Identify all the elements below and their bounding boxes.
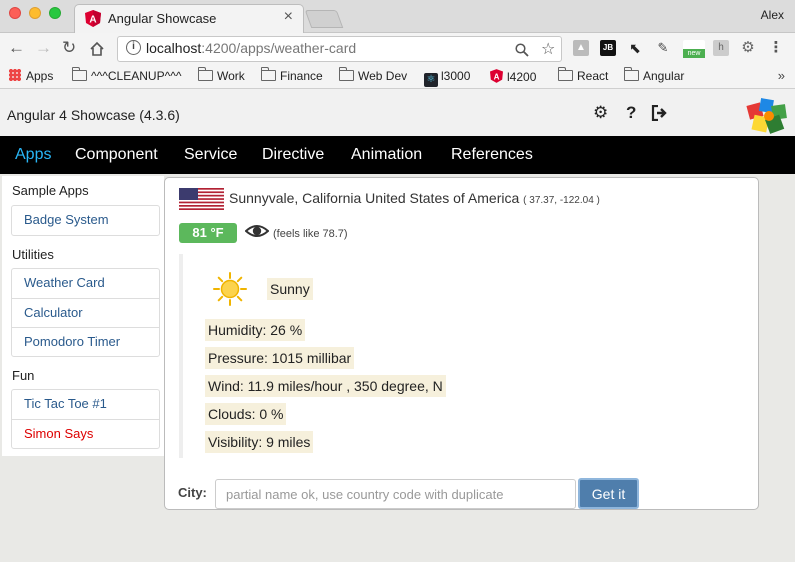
app-title: Angular 4 Showcase (4.3.6) <box>7 107 180 123</box>
bookmark-work[interactable]: Work <box>198 67 245 83</box>
bookmarks-bar: Apps ^^^CLEANUP^^^ Work Finance Web Dev … <box>0 65 795 89</box>
browser-tab[interactable]: A Angular Showcase × <box>74 4 304 33</box>
help-icon[interactable]: ? <box>626 103 636 123</box>
clouds-text: Clouds: 0 % <box>205 403 287 425</box>
feels-like-text: (feels like 78.7) <box>273 228 348 240</box>
condition-text: Sunny <box>267 278 313 300</box>
menu-service[interactable]: Service <box>184 146 237 164</box>
zoom-icon[interactable] <box>515 43 529 57</box>
sidebar-heading-sample-apps: Sample Apps <box>12 183 89 198</box>
browser-toolbar: ← → ↻ i localhost:4200/apps/weather-card… <box>0 33 795 65</box>
url-text[interactable]: localhost:4200/apps/weather-card <box>146 40 356 56</box>
bookmark-star-icon[interactable]: ☆ <box>541 39 555 59</box>
info-icon[interactable]: i <box>126 40 141 55</box>
folder-icon <box>624 67 639 81</box>
tab-close-icon[interactable]: × <box>284 8 293 26</box>
new-tab-button[interactable] <box>304 10 344 28</box>
close-window-button[interactable] <box>9 7 21 19</box>
eye-icon <box>245 225 269 237</box>
bookmark-finance[interactable]: Finance <box>261 67 323 83</box>
bookmark-web-dev[interactable]: Web Dev <box>339 67 407 83</box>
weather-details: Sunny Humidity: 26 % Pressure: 1015 mill… <box>179 254 479 458</box>
folder-icon <box>261 67 276 81</box>
coordinates-text: ( 37.37, -122.04 ) <box>523 195 600 206</box>
chrome-menu-icon[interactable]: ⋮ <box>768 40 784 56</box>
bookmark-l4200[interactable]: A l4200 <box>490 69 536 84</box>
menu-component[interactable]: Component <box>75 146 158 164</box>
bookmark-angular[interactable]: Angular <box>624 67 684 83</box>
forward-arrow-icon[interactable]: → <box>35 38 52 58</box>
sidebar-group-fun: Tic Tac Toe #1 Simon Says <box>11 389 160 449</box>
folder-icon <box>339 67 354 81</box>
city-input[interactable] <box>215 479 576 509</box>
eyedropper-extension-icon[interactable]: ✎ <box>655 40 671 56</box>
sidebar: Sample Apps Badge System Utilities Weath… <box>2 176 164 456</box>
reload-icon[interactable]: ↻ <box>62 38 76 58</box>
maximize-window-button[interactable] <box>49 7 61 19</box>
sidebar-item-pomodoro-timer[interactable]: Pomodoro Timer <box>12 327 159 356</box>
pressure-text: Pressure: 1015 millibar <box>205 347 355 369</box>
sidebar-group-utilities: Weather Card Calculator Pomodoro Timer <box>11 268 160 357</box>
gear-icon[interactable]: ⚙ <box>593 103 608 123</box>
visibility-text: Visibility: 9 miles <box>205 431 314 453</box>
app-logo <box>746 98 787 134</box>
cursor-extension-icon[interactable]: ⬉ <box>627 40 643 56</box>
logout-icon[interactable] <box>651 105 669 121</box>
angular-icon: A <box>490 69 503 83</box>
bookmark-l3000[interactable]: ⚛ l3000 <box>424 69 470 87</box>
temperature-badge: 81 °F <box>179 223 237 243</box>
svg-text:A: A <box>89 15 96 26</box>
new-extension-icon[interactable]: new <box>683 40 705 58</box>
folder-icon <box>72 67 87 81</box>
minimize-window-button[interactable] <box>29 7 41 19</box>
apps-grid-icon <box>9 69 21 81</box>
menu-animation[interactable]: Animation <box>351 146 422 164</box>
city-label: City: <box>178 485 207 500</box>
location-text: Sunnyvale, California United States of A… <box>229 190 600 206</box>
drive-extension-icon[interactable]: ▲ <box>573 40 589 56</box>
sidebar-group-sample-apps: Badge System <box>11 205 160 236</box>
address-bar[interactable]: i localhost:4200/apps/weather-card ☆ <box>117 36 562 62</box>
bookmarks-overflow-icon[interactable]: » <box>778 68 785 83</box>
menu-apps[interactable]: Apps <box>15 146 51 164</box>
sidebar-item-weather-card[interactable]: Weather Card <box>12 269 159 298</box>
sidebar-item-simon-says[interactable]: Simon Says <box>12 419 159 448</box>
sun-icon <box>213 272 247 306</box>
weather-card: Sunnyvale, California United States of A… <box>164 177 759 510</box>
jetbrains-extension-icon[interactable]: JB <box>600 40 616 56</box>
sidebar-heading-fun: Fun <box>12 368 35 383</box>
menu-directive[interactable]: Directive <box>262 146 324 164</box>
svg-text:A: A <box>494 72 500 81</box>
menu-references[interactable]: References <box>451 146 533 164</box>
sidebar-item-badge-system[interactable]: Badge System <box>12 206 159 235</box>
wind-text: Wind: 11.9 miles/hour , 350 degree, N <box>205 375 446 397</box>
tab-title: Angular Showcase <box>108 11 217 26</box>
react-icon: ⚛ <box>424 73 438 87</box>
get-it-button[interactable]: Get it <box>578 478 639 509</box>
angular-icon: A <box>85 10 101 27</box>
folder-icon <box>198 67 213 81</box>
bookmark-apps[interactable]: Apps <box>9 69 53 83</box>
humidity-text: Humidity: 26 % <box>205 319 306 341</box>
main-menu: Apps Component Service Directive Animati… <box>0 136 795 174</box>
us-flag-icon <box>179 188 224 210</box>
home-icon[interactable] <box>89 41 105 57</box>
sidebar-heading-utilities: Utilities <box>12 247 54 262</box>
sidebar-item-calculator[interactable]: Calculator <box>12 298 159 327</box>
bookmark-cleanup[interactable]: ^^^CLEANUP^^^ <box>72 67 181 83</box>
browser-tabstrip: A Angular Showcase × Alex <box>0 0 795 33</box>
h-extension-icon[interactable]: h <box>713 40 729 56</box>
bookmark-react[interactable]: React <box>558 67 608 83</box>
profile-name[interactable]: Alex <box>761 8 784 22</box>
app-header: Angular 4 Showcase (4.3.6) ⚙ ? <box>0 89 795 136</box>
folder-icon <box>558 67 573 81</box>
settings-extension-icon[interactable]: ⚙ <box>740 40 756 56</box>
sidebar-item-tic-tac-toe[interactable]: Tic Tac Toe #1 <box>12 390 159 419</box>
back-arrow-icon[interactable]: ← <box>8 38 25 58</box>
